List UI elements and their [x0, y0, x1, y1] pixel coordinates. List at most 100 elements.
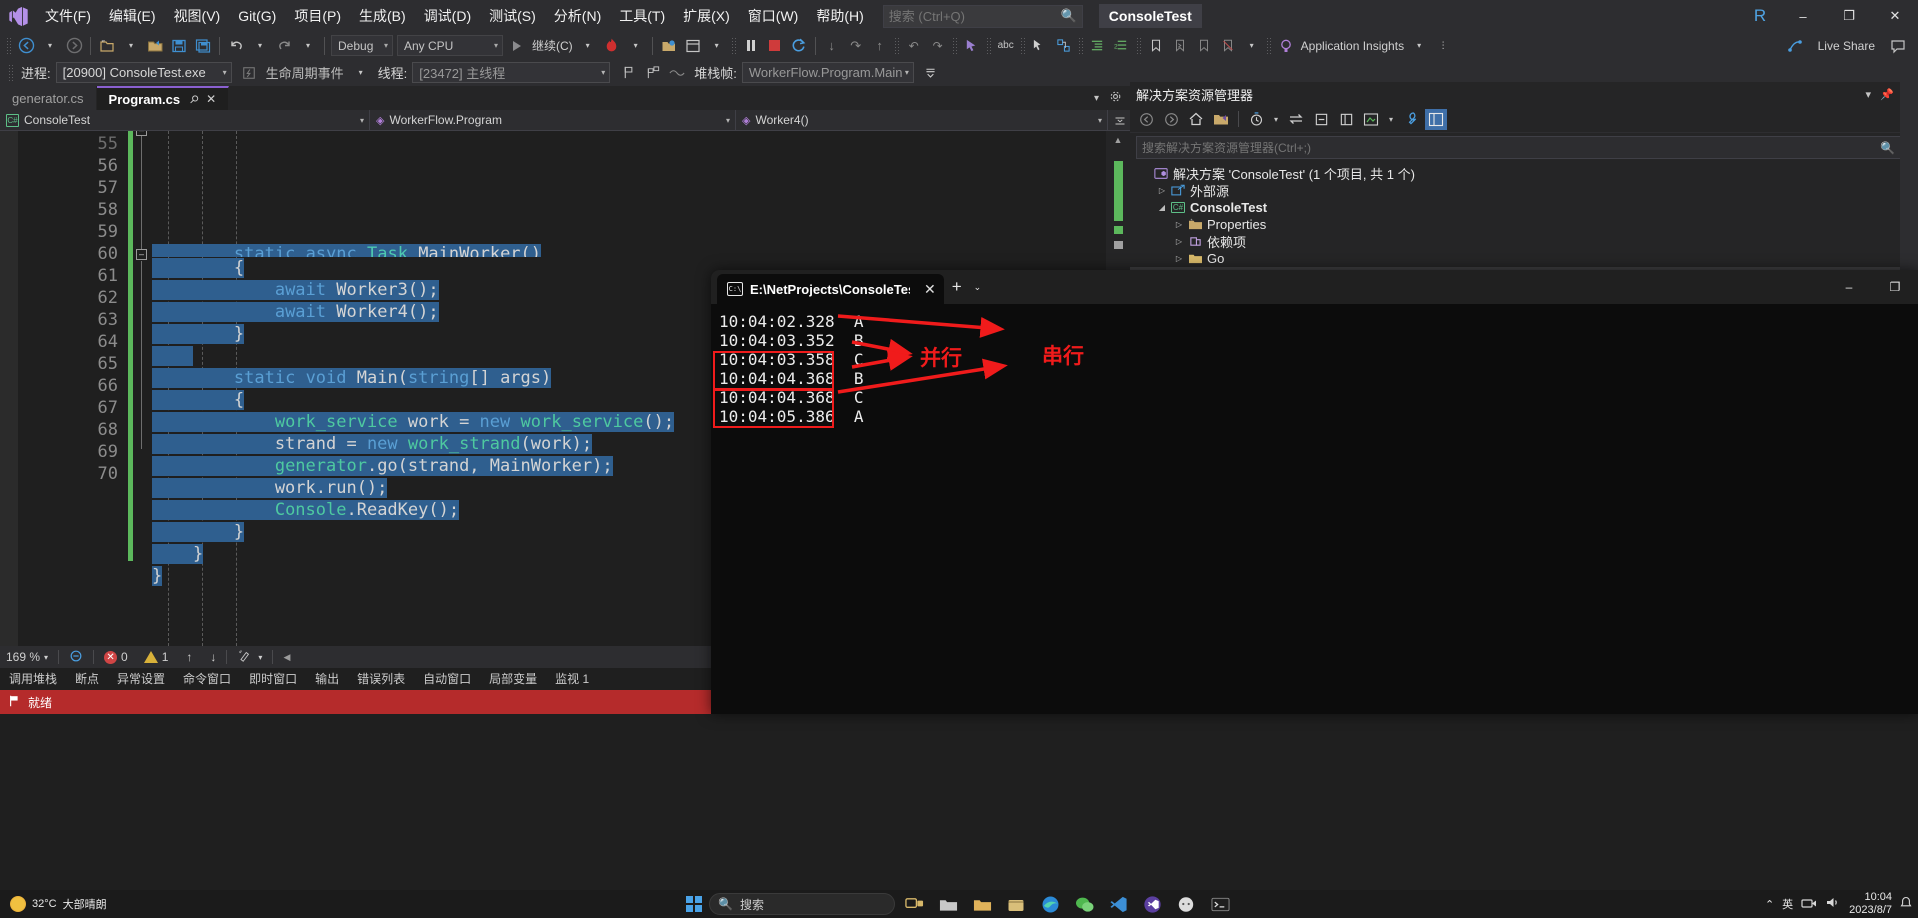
solution-explorer-item[interactable]: 解决方案 'ConsoleTest' (1 个项目, 共 1 个) [1130, 165, 1918, 182]
select-element-icon[interactable] [1029, 35, 1051, 57]
horizontal-scroll-left-icon[interactable]: ◀ [283, 652, 290, 663]
toggle-layout-caret-icon[interactable]: ▾ [706, 35, 728, 57]
terminal-minimize-button[interactable]: – [1826, 270, 1872, 304]
split-editor-icon[interactable] [1110, 110, 1130, 131]
break-all-icon[interactable] [740, 35, 762, 57]
se-properties-icon[interactable] [1400, 109, 1422, 130]
application-insights-label[interactable]: Application Insights [1298, 39, 1407, 53]
step-over-icon[interactable]: ↷ [845, 35, 867, 57]
breadcrumb-project[interactable]: C# ConsoleTest ▾ [0, 110, 370, 131]
lifecycle-events-icon[interactable] [238, 62, 260, 84]
network-icon[interactable] [1801, 896, 1817, 912]
menu-view[interactable]: 视图(V) [165, 4, 230, 28]
undo-icon[interactable] [225, 35, 247, 57]
continue-label[interactable]: 继续(C) [529, 37, 576, 54]
debugbar-overflow-icon[interactable] [920, 62, 942, 84]
se-forward-icon[interactable] [1160, 109, 1182, 130]
taskbar-clock[interactable]: 10:04 2023/8/7 [1849, 891, 1892, 917]
bottom-tab-error-list[interactable]: 错误列表 [348, 668, 414, 690]
global-search-input[interactable] [889, 9, 1064, 24]
bookmark-caret-icon[interactable]: ▾ [1241, 35, 1263, 57]
toolbar-grip-4[interactable] [952, 37, 958, 55]
hot-reload-caret-icon[interactable]: ▾ [625, 35, 647, 57]
show-flagged-threads-icon[interactable] [642, 62, 664, 84]
issues-scope-icon[interactable] [69, 649, 83, 666]
error-count-indicator[interactable]: ✕ 0 [104, 650, 128, 664]
hot-reload-icon[interactable] [601, 35, 623, 57]
process-combo[interactable]: [20900] ConsoleTest.exe ▾ [56, 62, 232, 83]
prev-bookmark-icon[interactable] [1169, 35, 1191, 57]
file-explorer-icon-1[interactable] [933, 891, 963, 917]
bottom-tab-call-stack[interactable]: 调用堆栈 [0, 668, 66, 690]
se-collapse-all-icon[interactable] [1310, 109, 1332, 130]
next-issue-icon[interactable]: ↓ [210, 650, 216, 664]
format-doc-icon[interactable]: 2 [1111, 35, 1133, 57]
continue-play-icon[interactable] [506, 35, 528, 57]
menu-git[interactable]: Git(G) [229, 4, 285, 28]
toolbar-grip[interactable] [6, 37, 12, 55]
pointer-tool-icon[interactable] [961, 35, 983, 57]
code-cleanup-icon[interactable] [237, 649, 252, 666]
solution-explorer-item[interactable]: ▷依赖项 [1130, 233, 1918, 250]
toolbar-grip-8[interactable] [1136, 37, 1142, 55]
menu-extensions[interactable]: 扩展(X) [674, 4, 739, 28]
terminal-tab-close-icon[interactable]: ✕ [924, 281, 936, 298]
se-solution-explorer-toggle-icon[interactable] [1425, 109, 1447, 130]
menu-edit[interactable]: 编辑(E) [100, 4, 165, 28]
continue-caret-icon[interactable]: ▾ [577, 35, 599, 57]
scroll-up-arrow-icon[interactable]: ▲ [1106, 131, 1130, 148]
solution-explorer-item[interactable]: ▷Go [1130, 250, 1918, 267]
toolbar-grip-6[interactable] [1020, 37, 1026, 55]
fold-box-61[interactable]: – [136, 249, 147, 260]
stop-debugging-icon[interactable] [764, 35, 786, 57]
window-minimize-button[interactable]: – [1780, 0, 1826, 32]
se-pending-changes-icon[interactable] [1245, 109, 1267, 130]
menu-tools[interactable]: 工具(T) [610, 4, 674, 28]
bookmark-icon[interactable] [1145, 35, 1167, 57]
warning-count-indicator[interactable]: 1 [144, 650, 169, 664]
toolbar-grip-9[interactable] [1266, 37, 1272, 55]
panel-pin-icon[interactable]: 📌 [1880, 88, 1894, 101]
redo-icon[interactable] [273, 35, 295, 57]
application-insights-icon[interactable] [1275, 35, 1297, 57]
se-preview-selected-icon[interactable] [1360, 109, 1382, 130]
menu-window[interactable]: 窗口(W) [739, 4, 808, 28]
ime-indicator[interactable]: 英 [1782, 896, 1793, 912]
edge-browser-icon[interactable] [1035, 891, 1065, 917]
new-project-icon[interactable] [96, 35, 118, 57]
indent-list-icon[interactable] [1087, 35, 1109, 57]
visual-studio-taskbar-icon[interactable] [1137, 891, 1167, 917]
new-project-caret-icon[interactable]: ▾ [120, 35, 142, 57]
step-out-icon[interactable]: ↑ [869, 35, 891, 57]
solution-explorer-search-input[interactable] [1142, 141, 1830, 155]
terminal-tab-dropdown-icon[interactable]: ⌄ [974, 282, 982, 293]
tab-generator-cs[interactable]: generator.cs [0, 86, 97, 110]
terminal-new-tab-icon[interactable]: + [952, 277, 962, 297]
solution-explorer-search-box[interactable]: 🔍 ▾ [1136, 136, 1912, 159]
terminal-tab[interactable]: C:\ E:\NetProjects\ConsoleTest\C ✕ [717, 274, 944, 304]
volume-icon[interactable] [1825, 896, 1841, 912]
menu-file[interactable]: 文件(F) [36, 4, 100, 28]
menu-analyze[interactable]: 分析(N) [545, 4, 610, 28]
open-file-icon[interactable] [144, 35, 166, 57]
tab-list-chevron-icon[interactable]: ▾ [1094, 93, 1099, 104]
redo-caret-icon[interactable]: ▾ [297, 35, 319, 57]
expand-arrow-open-icon[interactable]: ◢ [1155, 203, 1169, 212]
terminal-taskbar-icon[interactable] [1205, 891, 1235, 917]
code-line[interactable]: static async Task MainWorker() [152, 243, 1130, 257]
editor-outlining-margin[interactable]: – – [136, 131, 152, 646]
start-button-icon[interactable] [683, 893, 705, 915]
tray-expand-chevron-icon[interactable]: ⌃ [1765, 898, 1774, 911]
menu-debug[interactable]: 调试(D) [415, 4, 480, 28]
fold-box-55[interactable]: – [136, 131, 147, 136]
taskview-icon[interactable] [899, 891, 929, 917]
stackframe-combo[interactable]: WorkerFlow.Program.Main ▾ [742, 62, 914, 83]
bottom-tab-autos[interactable]: 自动窗口 [414, 668, 480, 690]
menu-project[interactable]: 项目(P) [285, 4, 350, 28]
toolbar-grip-5[interactable] [986, 37, 992, 55]
store-icon[interactable] [1001, 891, 1031, 917]
bottom-tab-exception-settings[interactable]: 异常设置 [108, 668, 174, 690]
app-insights-caret-icon[interactable]: ▾ [1408, 35, 1430, 57]
menu-build[interactable]: 生成(B) [350, 4, 415, 28]
solution-explorer-item[interactable]: ◢C#ConsoleTest [1130, 199, 1918, 216]
